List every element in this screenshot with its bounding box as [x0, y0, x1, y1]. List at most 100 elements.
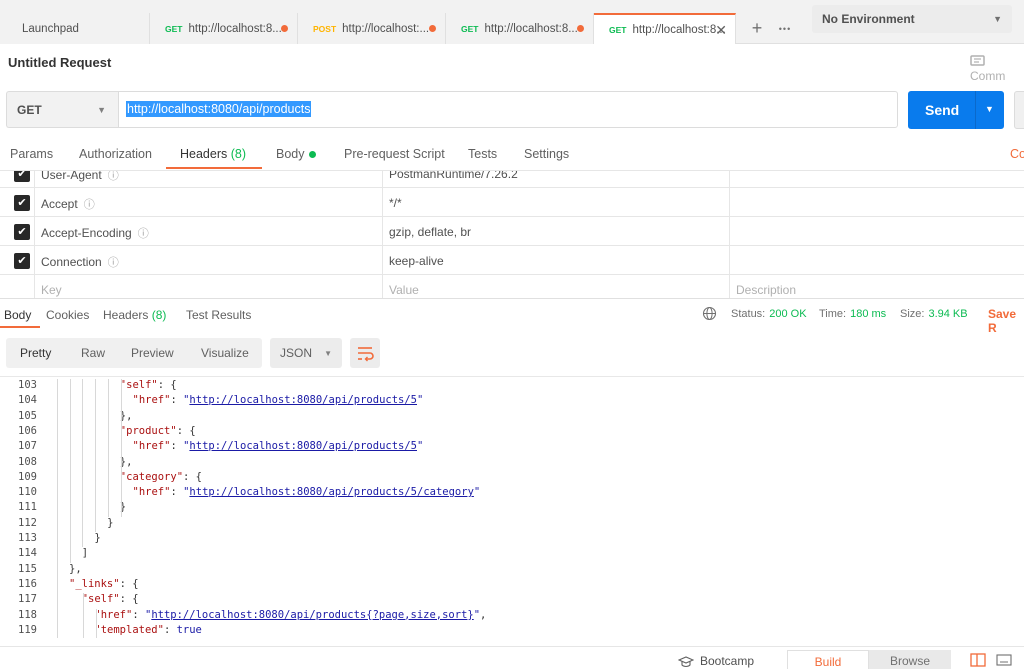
response-headers-label: Headers	[103, 308, 149, 322]
new-value-input[interactable]: Value	[389, 283, 419, 297]
request-title[interactable]: Untitled Request	[8, 55, 111, 70]
format-label: JSON	[280, 346, 313, 360]
unsaved-dot-icon	[281, 25, 288, 32]
header-enabled-checkbox[interactable]: ✔	[14, 253, 30, 269]
environment-select[interactable]: No Environment ▼	[812, 5, 1012, 33]
bootcamp-button[interactable]: Bootcamp	[677, 654, 754, 668]
line-number: 106	[18, 424, 37, 437]
line-number: 107	[18, 440, 37, 453]
table-row: ✔ Accept-Encoding ⓘ gzip, deflate, br	[0, 217, 1024, 246]
line-number: 118	[18, 608, 37, 621]
line-number: 104	[18, 394, 37, 407]
headers-count-badge: (8)	[230, 147, 247, 161]
graduation-cap-icon	[677, 656, 695, 667]
tab-headers-label: Headers	[180, 147, 228, 161]
response-headers-count: (8)	[151, 308, 167, 322]
header-enabled-checkbox[interactable]: ✔	[14, 171, 30, 182]
response-tab-test-results[interactable]: Test Results	[186, 308, 251, 322]
header-value[interactable]: */*	[389, 196, 402, 210]
tab-tests[interactable]: Tests	[468, 147, 497, 161]
header-value[interactable]: keep-alive	[389, 254, 444, 268]
format-select[interactable]: JSON ▼	[270, 338, 342, 368]
tab-method: GET	[461, 23, 479, 34]
send-button[interactable]: Send ▼	[908, 91, 1004, 129]
header-enabled-checkbox[interactable]: ✔	[14, 224, 30, 240]
header-enabled-checkbox[interactable]: ✔	[14, 195, 30, 211]
keyboard-icon[interactable]	[996, 653, 1012, 667]
table-row: ✔ Connection ⓘ keep-alive	[0, 246, 1024, 275]
method-select[interactable]: GET ▼	[6, 91, 118, 128]
new-key-input[interactable]: Key	[41, 283, 62, 297]
tab-headers[interactable]: Headers (8)	[180, 147, 246, 161]
tab-method: POST	[313, 23, 337, 34]
line-number: 113	[18, 532, 37, 544]
more-tabs-button[interactable]: •••	[772, 13, 798, 44]
method-label: GET	[17, 103, 42, 117]
table-row-new: Key Value Description	[0, 275, 1024, 298]
tab-request-1[interactable]: GET http://localhost:8...	[150, 13, 298, 44]
body-indicator-dot-icon	[308, 151, 316, 159]
tab-label: http://localhost:...	[342, 22, 430, 35]
view-visualize-button[interactable]: Visualize	[201, 346, 249, 360]
view-raw-button[interactable]: Raw	[81, 346, 105, 360]
save-response-button[interactable]: Save R	[988, 307, 1024, 335]
status-readout: Status: 200 OK	[731, 308, 807, 320]
time-readout: Time: 180 ms	[819, 308, 887, 320]
header-value[interactable]: gzip, deflate, br	[389, 225, 471, 239]
view-preview-button[interactable]: Preview	[131, 346, 174, 360]
layout-panes-icon[interactable]	[970, 653, 986, 667]
wrap-icon	[358, 347, 374, 362]
line-number: 114	[18, 547, 37, 560]
table-row: ✔ Accept ⓘ */*	[0, 188, 1024, 217]
code-line: }	[107, 516, 114, 529]
line-number: 109	[18, 470, 37, 483]
tab-launchpad[interactable]: Launchpad	[0, 13, 150, 44]
send-label: Send	[925, 102, 960, 118]
tab-body[interactable]: Body	[276, 147, 316, 161]
browse-mode-button[interactable]: Browse	[869, 650, 951, 669]
tab-request-2[interactable]: POST http://localhost:...	[298, 13, 446, 44]
tab-params[interactable]: Params	[10, 147, 53, 161]
response-tab-headers[interactable]: Headers (8)	[103, 308, 166, 322]
comments-button[interactable]: Comm	[970, 54, 1024, 83]
line-number: 117	[18, 593, 37, 606]
comments-label: Comm	[970, 68, 1006, 83]
tab-label: http://localhost:8...	[484, 22, 578, 35]
view-pretty-button[interactable]: Pretty	[20, 346, 51, 360]
tab-body-label: Body	[276, 147, 305, 161]
url-text: http://localhost:8080/api/products	[126, 101, 312, 117]
new-description-input[interactable]: Description	[736, 283, 796, 297]
tab-authorization[interactable]: Authorization	[79, 147, 152, 161]
build-mode-button[interactable]: Build	[787, 650, 869, 669]
url-input[interactable]: http://localhost:8080/api/products	[118, 91, 898, 128]
code-line: "templated": true	[94, 623, 202, 636]
line-number: 105	[18, 409, 37, 422]
header-value[interactable]: PostmanRuntime/7.26.2	[389, 171, 518, 181]
tab-request-active[interactable]: GET http://localhost:8... ✕	[594, 13, 736, 44]
indent-guide	[83, 593, 84, 638]
tab-request-3[interactable]: GET http://localhost:8...	[446, 13, 594, 44]
response-tab-cookies[interactable]: Cookies	[46, 308, 89, 322]
code-line: "href": "http://localhost:8080/api/produ…	[132, 394, 424, 407]
header-key[interactable]: Accept ⓘ	[41, 196, 95, 212]
wrap-lines-button[interactable]	[350, 338, 380, 368]
save-button[interactable]	[1014, 91, 1024, 129]
tab-prerequest-script[interactable]: Pre-request Script	[344, 147, 445, 161]
chevron-down-icon[interactable]: ▼	[985, 104, 994, 114]
response-body-viewer[interactable]: 103 "self": {104 "href": "http://localhost…	[0, 376, 1024, 638]
cookies-link[interactable]: Co	[1010, 147, 1024, 161]
header-key[interactable]: User-Agent ⓘ	[41, 171, 119, 183]
tab-settings[interactable]: Settings	[524, 147, 569, 161]
indent-guide	[95, 379, 96, 532]
response-tab-body[interactable]: Body	[4, 308, 31, 322]
close-icon[interactable]: ✕	[715, 22, 727, 39]
indent-guide	[70, 379, 71, 563]
new-tab-button[interactable]: +	[744, 13, 770, 44]
globe-icon[interactable]	[702, 306, 717, 321]
comment-icon	[970, 55, 985, 66]
time-value: 180 ms	[850, 308, 887, 320]
indent-guide	[121, 379, 122, 517]
tab-label: http://localhost:8...	[632, 23, 726, 36]
header-key[interactable]: Accept-Encoding ⓘ	[41, 225, 149, 241]
header-key[interactable]: Connection ⓘ	[41, 254, 119, 270]
